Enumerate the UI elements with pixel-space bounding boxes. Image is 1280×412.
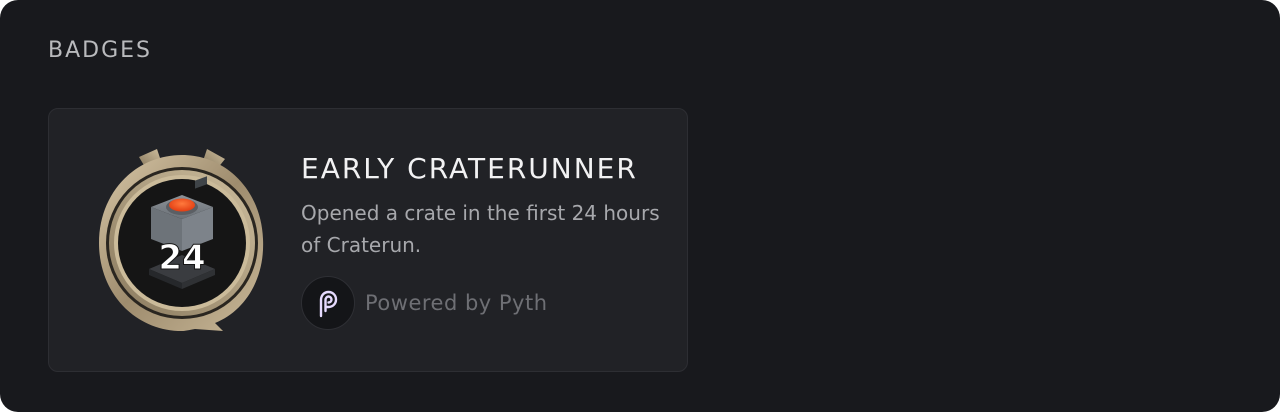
badges-panel: BADGES 24 EARLY CRATERUNNER Opened a cra… [0, 0, 1280, 412]
pyth-logo-icon [301, 276, 355, 330]
section-title: BADGES [48, 38, 152, 63]
powered-by-label: Powered by Pyth [365, 291, 548, 315]
badge-name: EARLY CRATERUNNER [301, 152, 638, 185]
medal-number: 24 [158, 238, 205, 278]
crate-medal-icon: 24 [99, 149, 264, 331]
badge-card[interactable]: 24 EARLY CRATERUNNER Opened a crate in t… [48, 108, 688, 372]
badge-description: Opened a crate in the first 24 hours of … [301, 201, 660, 257]
powered-by[interactable]: Powered by Pyth [301, 275, 548, 331]
